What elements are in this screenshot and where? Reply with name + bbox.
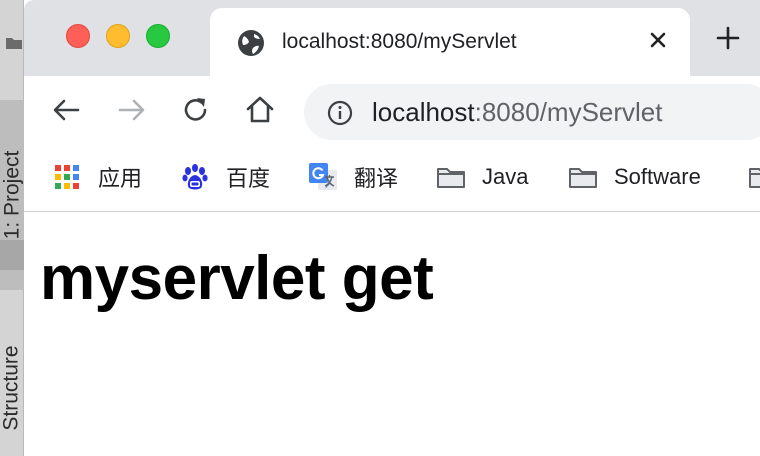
tab-title: localhost:8080/myServlet [282, 30, 517, 53]
bookmark-label: 应用 [98, 166, 143, 191]
browser-tab-active[interactable]: localhost:8080/myServlet [210, 8, 690, 76]
bookmark-apps[interactable]: 应用 [52, 162, 142, 192]
bookmark-label: 翻译 [354, 166, 399, 191]
baidu-icon [182, 164, 208, 190]
folder-icon [437, 168, 465, 188]
window-minimize-button[interactable] [106, 24, 130, 48]
folder-icon [6, 38, 22, 49]
ide-tab-project-label: 1: Project [0, 150, 23, 240]
reload-icon[interactable] [180, 94, 212, 126]
tab-strip: localhost:8080/myServlet [24, 0, 760, 76]
window-zoom-button[interactable] [146, 24, 170, 48]
ide-tab-structure-label: Structure [0, 345, 24, 431]
window-close-button[interactable] [66, 24, 90, 48]
ide-strip-marker [0, 240, 24, 270]
browser-window: localhost:8080/myServlet localhost:8080/… [24, 0, 760, 456]
google-translate-icon [309, 163, 337, 190]
browser-toolbar: localhost:8080/myServlet [24, 76, 760, 148]
bookmark-label: 百度 [226, 166, 271, 191]
bookmark-folder-software[interactable]: Software [568, 162, 701, 192]
back-arrow-icon[interactable] [50, 94, 82, 126]
address-url-host: localhost [372, 97, 475, 127]
tab-close-icon[interactable] [644, 26, 672, 54]
address-url-path: :8080/myServlet [474, 97, 663, 127]
bookmark-folder-java[interactable]: Java [436, 162, 528, 192]
bookmark-translate[interactable]: 翻译 [308, 162, 398, 192]
folder-icon [749, 168, 760, 188]
ide-side-strip: 1: Project Structure [0, 0, 24, 456]
folder-icon [569, 168, 597, 188]
apps-grid-icon [55, 165, 79, 189]
bookmark-label: Software [614, 164, 701, 189]
new-tab-plus-icon[interactable] [716, 26, 740, 50]
forward-arrow-icon[interactable] [116, 94, 148, 126]
ide-tab-structure[interactable]: Structure [0, 320, 24, 456]
page-content: myservlet get [24, 213, 760, 456]
info-icon[interactable] [326, 99, 354, 127]
address-url[interactable]: localhost:8080/myServlet [372, 97, 663, 128]
bookmarks-bar: 应用 百度 翻译 Java Software [24, 148, 760, 212]
bookmark-baidu[interactable]: 百度 [180, 162, 270, 192]
globe-icon [238, 30, 264, 56]
page-heading: myservlet get [40, 244, 434, 313]
address-bar[interactable]: localhost:8080/myServlet [304, 84, 760, 140]
bookmark-label: Java [482, 164, 529, 189]
home-icon[interactable] [244, 94, 276, 126]
bookmark-folder-overflow[interactable] [748, 162, 760, 192]
